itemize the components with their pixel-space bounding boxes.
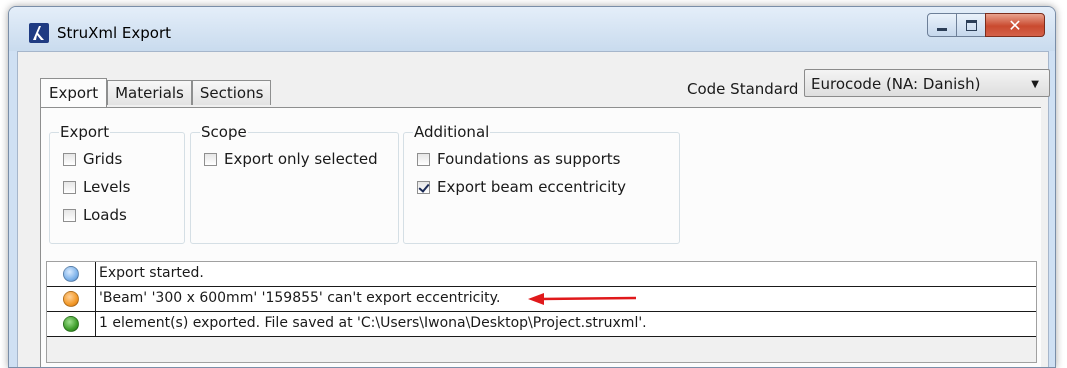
code-standard-label: Code Standard — [687, 80, 799, 98]
scope-group: Scope Export only selected — [190, 123, 399, 244]
export-only-selected-checkbox[interactable]: Export only selected — [204, 150, 378, 168]
checkbox-box[interactable] — [63, 180, 76, 194]
log-message: 'Beam' '300 x 600mm' '159855' can't expo… — [99, 290, 501, 306]
checkbox-label: Grids — [83, 150, 123, 168]
checkbox-label: Foundations as supports — [437, 150, 621, 168]
warning-status-icon — [63, 291, 79, 307]
checkbox-label: Levels — [83, 178, 131, 196]
export-log-list[interactable]: Export started. 'Beam' '300 x 600mm' '15… — [46, 261, 1037, 363]
log-message: Export started. — [99, 265, 204, 281]
checkbox-box[interactable] — [63, 208, 76, 222]
info-status-icon — [63, 266, 79, 282]
export-beam-eccentricity-checkbox[interactable]: Export beam eccentricity — [417, 178, 626, 196]
status-cell — [47, 312, 96, 336]
code-standard-value: Eurocode (NA: Danish) — [811, 75, 981, 93]
checkbox-label: Loads — [83, 206, 127, 224]
log-row: Export started. — [47, 262, 1036, 287]
additional-group-legend: Additional — [413, 123, 491, 141]
export-group: Export Grids Levels Loads — [49, 123, 185, 244]
tab-sections[interactable]: Sections — [191, 80, 272, 105]
tab-strip: Export Materials Sections — [40, 78, 272, 107]
status-cell — [47, 287, 96, 311]
close-button[interactable]: ✕ — [985, 13, 1045, 37]
checkbox-box[interactable] — [204, 152, 217, 166]
log-message: 1 element(s) exported. File saved at 'C:… — [99, 315, 647, 331]
checkbox-label: Export only selected — [224, 150, 378, 168]
scope-group-legend: Scope — [200, 123, 248, 141]
success-status-icon — [63, 316, 79, 332]
maximize-button[interactable] — [956, 13, 986, 37]
levels-checkbox[interactable]: Levels — [63, 178, 130, 196]
red-arrow-annotation — [528, 293, 637, 305]
checkbox-box[interactable] — [63, 152, 76, 166]
checkbox-box-checked[interactable] — [417, 180, 430, 194]
additional-group: Additional Foundations as supports Expor… — [403, 123, 680, 244]
loads-checkbox[interactable]: Loads — [63, 206, 127, 224]
log-row: 1 element(s) exported. File saved at 'C:… — [47, 312, 1036, 337]
minimize-button[interactable] — [927, 13, 957, 37]
foundations-as-supports-checkbox[interactable]: Foundations as supports — [417, 150, 621, 168]
checkbox-box[interactable] — [417, 152, 430, 166]
code-standard-dropdown[interactable]: Eurocode (NA: Danish) ▼ — [804, 69, 1050, 97]
title-bar[interactable]: StruXml Export ✕ — [9, 7, 1055, 51]
grids-checkbox[interactable]: Grids — [63, 150, 122, 168]
checkbox-label: Export beam eccentricity — [437, 178, 627, 196]
tab-materials[interactable]: Materials — [107, 80, 192, 105]
minimize-icon — [937, 27, 947, 31]
export-group-legend: Export — [59, 123, 111, 141]
tab-export[interactable]: Export — [40, 78, 108, 107]
status-cell — [47, 262, 96, 286]
maximize-icon — [965, 19, 977, 31]
autodesk-revit-icon — [29, 23, 49, 43]
dropdown-arrow-icon: ▼ — [1031, 79, 1039, 90]
window-title: StruXml Export — [57, 24, 172, 42]
close-icon: ✕ — [1008, 15, 1022, 35]
